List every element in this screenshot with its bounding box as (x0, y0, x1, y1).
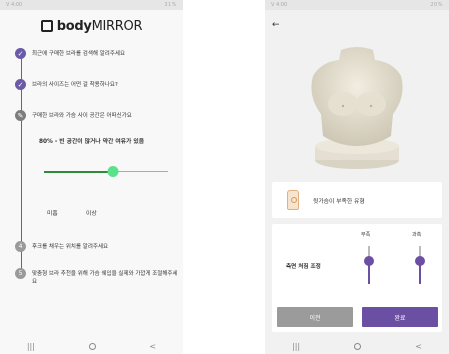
step-number-5: 5 (15, 268, 26, 279)
recent-apps-button[interactable]: ||| (27, 342, 35, 351)
slider-max-label: 이상 (86, 211, 97, 217)
step-3-text: 구매한 브라와 가슴 사이 공간은 어떠신가요 (32, 113, 132, 119)
slider-thumb[interactable] (107, 166, 119, 177)
brand-logo: bodyMIRROR (0, 12, 183, 40)
step-4-text: 후크를 채우는 위치를 알려주세요 (32, 244, 109, 250)
step-5[interactable]: 5 맞춤형 브라 추천을 위해 가슴 쉐입을 실제와 가깝게 조절해주세요 (15, 268, 182, 286)
back-nav-button[interactable]: < (149, 342, 156, 351)
shape-type-card: 윗가슴이 부족한 유형 (272, 182, 442, 218)
recent-apps-button[interactable]: ||| (292, 342, 300, 351)
prev-button[interactable]: 이전 (277, 307, 353, 327)
logo-square-icon (40, 20, 53, 32)
status-time: V 4:00 (6, 2, 23, 8)
status-bar: V 4:00 31% (0, 0, 183, 10)
step-5-text: 맞춤형 브라 추천을 위해 가슴 쉐입을 실제와 가깝게 조절해주세요 (32, 271, 178, 285)
pencil-icon: ✎ (15, 110, 26, 121)
adjust-card: 부족 과측 측면 처짐 조정 이전 완료 (272, 224, 442, 332)
android-nav-bar: ||| < (0, 338, 183, 354)
right-phone-screen: V 4:00 20% ← 윗가슴이 부족한 유형 부족 과측 측면 처짐 조정 … (265, 0, 449, 354)
brand-bold: body (56, 18, 92, 34)
status-time: V 4:00 (271, 2, 288, 8)
slider-fill (44, 170, 114, 173)
check-icon: ✓ (15, 48, 26, 59)
slider-min-label: 미흡 (47, 211, 58, 217)
android-nav-bar: ||| < (265, 338, 449, 354)
status-battery: 20% (430, 2, 443, 8)
step-2[interactable]: ✓ 브라의 사이즈는 어떤 걸 착용하나요? (15, 79, 118, 90)
done-button[interactable]: 완료 (362, 307, 438, 327)
shape-type-text: 윗가슴이 부족한 유형 (313, 198, 365, 205)
step-2-text: 브라의 사이즈는 어떤 걸 착용하나요? (32, 82, 118, 88)
left-phone-screen: V 4:00 31% bodyMIRROR ✓ 최근에 구매한 브라를 검색해 … (0, 0, 183, 354)
space-slider[interactable] (44, 166, 168, 177)
status-bar: V 4:00 20% (265, 0, 449, 10)
vertical-slider-left[interactable] (364, 246, 374, 284)
step-1[interactable]: ✓ 최근에 구매한 브라를 검색해 알려주세요 (15, 48, 125, 59)
check-icon: ✓ (15, 79, 26, 90)
caption-left: 부족 (361, 232, 371, 238)
step-number-4: 4 (15, 241, 26, 252)
caption-right: 과측 (412, 232, 422, 238)
adjust-label: 측면 처짐 조정 (286, 264, 321, 270)
step-1-text: 최근에 구매한 브라를 검색해 알려주세요 (32, 51, 126, 57)
vertical-slider-right[interactable] (415, 246, 425, 284)
vslider-thumb[interactable] (364, 256, 374, 267)
torso-3d-image (311, 47, 403, 169)
step-4[interactable]: 4 후크를 채우는 위치를 알려주세요 (15, 241, 108, 252)
step-3[interactable]: ✎ 구매한 브라와 가슴 사이 공간은 어떠신가요 (15, 110, 132, 121)
back-arrow-icon[interactable]: ← (272, 20, 280, 30)
status-battery: 31% (164, 2, 177, 8)
home-button[interactable] (88, 342, 96, 350)
brand-normal: MIRROR (91, 18, 143, 34)
vslider-thumb[interactable] (415, 256, 425, 267)
torso-model (305, 42, 409, 172)
selected-percent-text: 80% - 빈 공간이 많거나 약간 여유가 있음 (38, 139, 145, 145)
back-nav-button[interactable]: < (415, 342, 422, 351)
breast-shape-icon (287, 190, 299, 210)
home-button[interactable] (354, 342, 362, 350)
